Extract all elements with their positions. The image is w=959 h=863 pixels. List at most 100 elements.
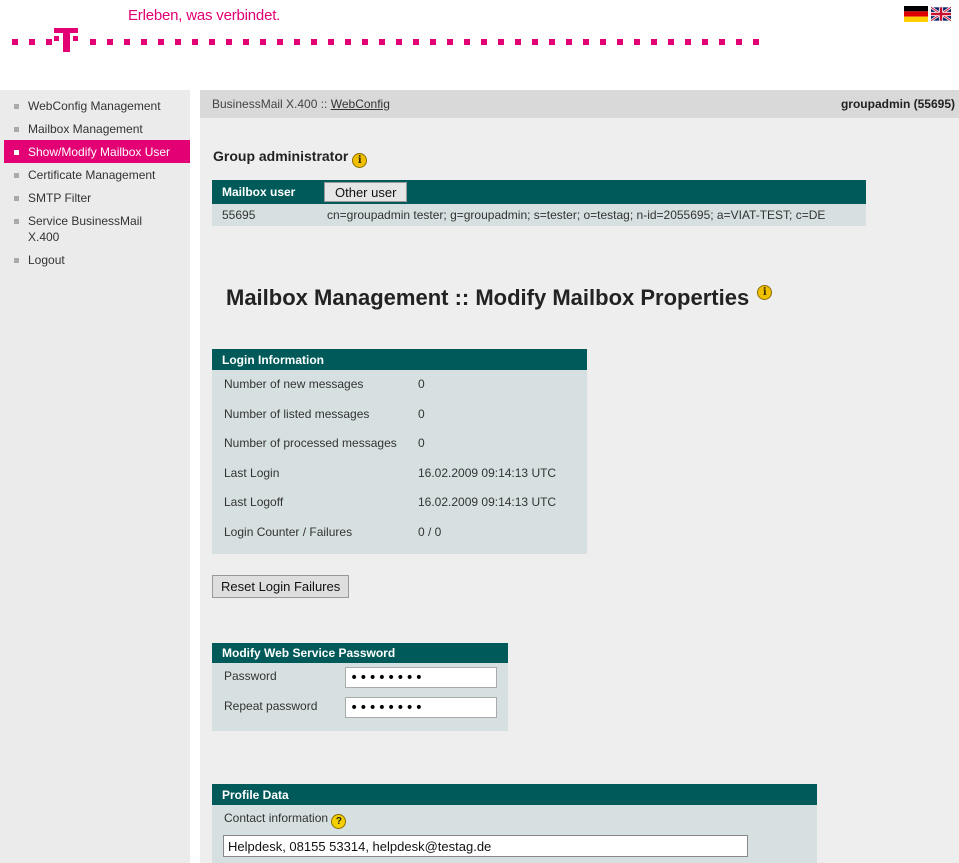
bullet-icon: [14, 150, 19, 155]
logo-dot: [532, 39, 538, 45]
logo-dot: [515, 39, 521, 45]
logo-dot: [277, 39, 283, 45]
logo-dot: [702, 39, 708, 45]
logo-dot: [668, 39, 674, 45]
logo-dot: [124, 39, 130, 45]
password-panel-header: Modify Web Service Password: [212, 643, 508, 663]
mailbox-user-row: 55695 cn=groupadmin tester; g=groupadmin…: [212, 204, 866, 226]
logo-dot: [617, 39, 623, 45]
sidebar-item-service-businessmail[interactable]: Service BusinessMail X.400: [0, 209, 190, 248]
sidebar-item-webconfig-management[interactable]: WebConfig Management: [0, 94, 190, 117]
table-row: Last Login 16.02.2009 09:14:13 UTC: [212, 459, 587, 489]
bullet-icon: [14, 196, 19, 201]
sidebar-item-label: WebConfig Management: [28, 99, 161, 113]
logo-dot: [260, 39, 266, 45]
logo-dot: [328, 39, 334, 45]
sidebar-item-mailbox-management[interactable]: Mailbox Management: [0, 117, 190, 140]
logo-dot: [294, 39, 300, 45]
profile-data-panel: Profile Data Contact information ?: [212, 784, 817, 863]
info-icon[interactable]: i: [352, 153, 368, 168]
reset-login-failures-button[interactable]: Reset Login Failures: [212, 575, 350, 598]
row-value: 0 / 0: [418, 524, 442, 539]
logo-dot: [396, 39, 402, 45]
sidebar-item-label: Service BusinessMail X.400: [28, 214, 143, 244]
logo-dot: [464, 39, 470, 45]
logo-dot: [345, 39, 351, 45]
row-value: 16.02.2009 09:14:13 UTC: [418, 495, 557, 509]
sidebar-item-label: Show/Modify Mailbox User: [28, 145, 171, 159]
group-admin-heading: Group administrator i: [213, 148, 368, 168]
mailbox-user-header: Mailbox user Other user: [212, 180, 866, 204]
row-value: 16.02.2009 09:14:13 UTC: [418, 465, 557, 480]
logo-dot: [736, 39, 742, 45]
logo-dot: [379, 39, 385, 45]
logo-dot: [107, 39, 113, 45]
german-flag-icon[interactable]: [904, 6, 928, 22]
sidebar-item-label: SMTP Filter: [28, 191, 92, 205]
logo-dot: [430, 39, 436, 45]
contact-information-label: Contact information: [224, 811, 329, 825]
brand-tagline: Erleben, was verbindet.: [128, 7, 281, 24]
password-panel: Modify Web Service Password Password Rep…: [212, 643, 508, 731]
sidebar-item-smtp-filter[interactable]: SMTP Filter: [0, 186, 190, 209]
bullet-icon: [14, 127, 19, 132]
logo-dot: [651, 39, 657, 45]
group-admin-title: Group administrator: [213, 148, 349, 164]
breadcrumb-link-webconfig[interactable]: WebConfig: [331, 97, 390, 111]
repeat-password-row: Repeat password: [212, 693, 508, 723]
table-row: Number of new messages 0: [212, 370, 587, 400]
contact-information-row: Contact information ?: [224, 811, 347, 829]
repeat-password-field[interactable]: [345, 697, 497, 718]
mailbox-user-header-label: Mailbox user: [222, 185, 296, 199]
main-content: BusinessMail X.400 :: WebConfig groupadm…: [200, 90, 959, 863]
logo-dot: [362, 39, 368, 45]
logo-dot: [158, 39, 164, 45]
row-label: Last Logoff: [224, 495, 284, 509]
mailbox-user-id: 55695: [222, 208, 256, 222]
row-label: Number of listed messages: [224, 406, 370, 421]
profile-data-header: Profile Data: [212, 784, 817, 805]
logo-dot: [141, 39, 147, 45]
logo-dot: [753, 39, 759, 45]
sidebar-item-label: Logout: [28, 253, 65, 267]
login-information-panel: Login Information Number of new messages…: [212, 349, 587, 554]
sidebar-item-certificate-management[interactable]: Certificate Management: [0, 163, 190, 186]
logo-dot: [685, 39, 691, 45]
breadcrumb-prefix: BusinessMail X.400 ::: [212, 97, 331, 111]
logo-dot: [498, 39, 504, 45]
logo-dot: [175, 39, 181, 45]
row-label: Number of processed messages: [224, 436, 397, 450]
bullet-icon: [14, 219, 19, 224]
bullet-icon: [14, 173, 19, 178]
sidebar-item-logout[interactable]: Logout: [0, 248, 190, 271]
sidebar-item-label: Certificate Management: [28, 168, 156, 182]
sidebar-item-show-modify-mailbox-user[interactable]: Show/Modify Mailbox User: [4, 140, 190, 163]
other-user-button[interactable]: Other user: [324, 182, 408, 202]
logo-dot: [549, 39, 555, 45]
page-title: Mailbox Management :: Modify Mailbox Pro…: [226, 285, 773, 311]
logo-dot: [192, 39, 198, 45]
contact-information-field[interactable]: [223, 835, 748, 857]
uk-flag-icon[interactable]: [931, 6, 951, 22]
mailbox-user-table: Mailbox user Other user 55695 cn=groupad…: [212, 180, 866, 226]
table-row: Last Logoff 16.02.2009 09:14:13 UTC: [212, 488, 587, 518]
table-row: Login Counter / Failures 0 / 0: [212, 518, 587, 548]
help-icon[interactable]: ?: [331, 814, 347, 829]
logo-dot: [226, 39, 232, 45]
logo-dot: [583, 39, 589, 45]
logo-dot: [600, 39, 606, 45]
current-user-label: groupadmin (55695): [840, 97, 955, 111]
breadcrumb-bar: BusinessMail X.400 :: WebConfig groupadm…: [200, 90, 959, 118]
password-label: Password: [224, 669, 277, 683]
table-row: Number of listed messages 0: [212, 400, 587, 430]
password-field[interactable]: [345, 667, 497, 688]
breadcrumb: BusinessMail X.400 :: WebConfig: [212, 97, 390, 111]
bullet-icon: [14, 258, 19, 263]
repeat-password-label: Repeat password: [224, 699, 318, 713]
logo-dot: [481, 39, 487, 45]
login-information-header: Login Information: [212, 349, 587, 370]
info-icon[interactable]: i: [757, 285, 773, 300]
row-value: 0: [418, 377, 425, 391]
table-row: Number of processed messages 0: [212, 429, 587, 459]
telekom-logo: [12, 28, 759, 52]
